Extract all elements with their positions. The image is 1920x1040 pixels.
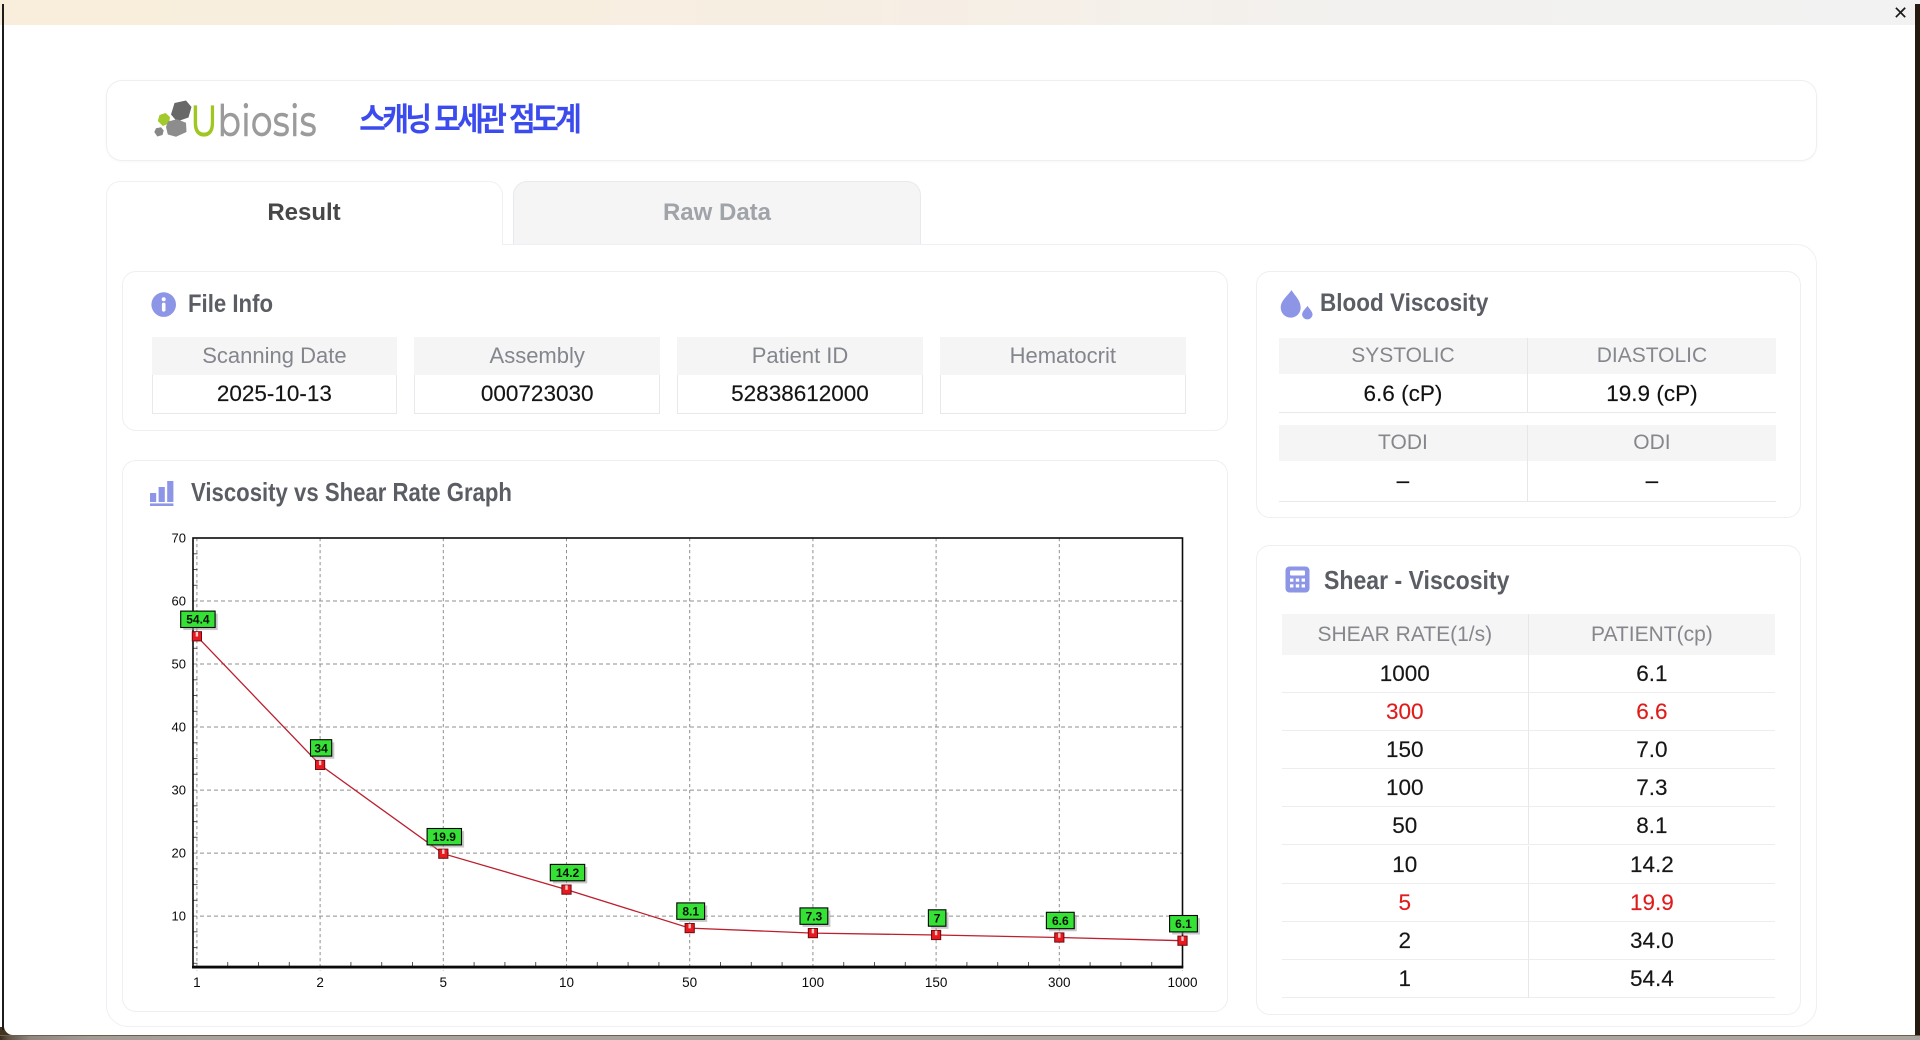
- svg-text:10: 10: [559, 975, 574, 990]
- svg-text:6.1: 6.1: [1175, 917, 1192, 931]
- svg-text:300: 300: [1048, 975, 1071, 990]
- svg-text:50: 50: [682, 975, 697, 990]
- svg-text:1000: 1000: [1167, 975, 1197, 990]
- svg-text:34: 34: [314, 741, 328, 755]
- svg-text:14.2: 14.2: [556, 866, 580, 880]
- svg-text:7: 7: [934, 911, 941, 925]
- svg-text:30: 30: [172, 783, 186, 798]
- svg-text:100: 100: [802, 975, 825, 990]
- svg-text:70: 70: [172, 531, 186, 546]
- svg-text:10: 10: [172, 909, 186, 924]
- svg-text:150: 150: [925, 975, 948, 990]
- svg-text:5: 5: [440, 975, 448, 990]
- svg-text:60: 60: [172, 594, 186, 609]
- svg-text:54.4: 54.4: [186, 613, 210, 627]
- svg-text:8.1: 8.1: [682, 905, 699, 919]
- svg-text:2: 2: [316, 975, 324, 990]
- svg-text:6.6: 6.6: [1052, 914, 1069, 928]
- svg-text:1: 1: [193, 975, 201, 990]
- svg-text:40: 40: [172, 720, 186, 735]
- svg-text:7.3: 7.3: [806, 910, 823, 924]
- svg-text:19.9: 19.9: [433, 830, 457, 844]
- svg-text:20: 20: [172, 846, 186, 861]
- svg-text:50: 50: [172, 657, 186, 672]
